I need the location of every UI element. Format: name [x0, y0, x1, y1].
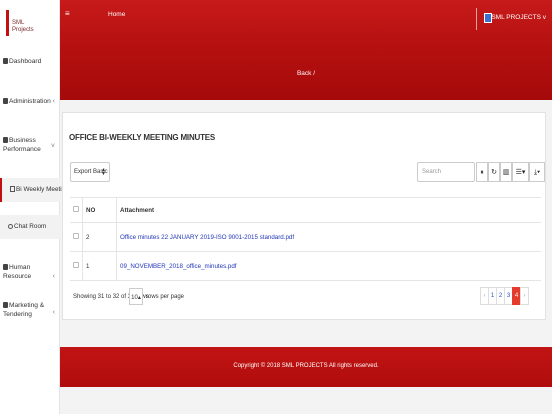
users-icon	[3, 264, 8, 270]
page-next-button[interactable]: ›	[520, 287, 529, 305]
columns-icon[interactable]: ☰▾	[512, 162, 529, 182]
row-no: 2	[82, 222, 117, 252]
rows-per-page-label: rows per page	[146, 294, 185, 300]
copyright-text: Copyright © 2018 SML PROJECTS All rights…	[233, 363, 379, 369]
attachment-link[interactable]: Office minutes 22 JANUARY 2019-ISO 9001-…	[120, 234, 294, 241]
sidebar-subitem-chat-room[interactable]: Chat Room	[0, 215, 60, 239]
toggle-view-icon[interactable]: ▥	[500, 162, 512, 182]
minutes-card: OFFICE BI-WEEKLY MEETING MINUTES Export …	[62, 112, 546, 320]
chevron-down-icon: ˅	[50, 143, 55, 150]
minutes-table: NO Attachment 2 Office minutes 22 JANUAR…	[70, 197, 541, 281]
page-banner: Back /	[60, 48, 552, 100]
logo[interactable]: SML Projects	[4, 6, 44, 42]
sidebar-subitem-bi-weekly-meetings[interactable]: Bi Weekly Meetings	[0, 178, 72, 202]
attachment-link[interactable]: 09_NOVEMBER_2018_office_minutes.pdf	[120, 263, 237, 270]
search-input[interactable]: Search	[417, 162, 475, 182]
row-checkbox[interactable]	[73, 233, 79, 239]
sidebar-item-administration[interactable]: Administration ‹	[3, 97, 59, 106]
divider	[476, 8, 477, 30]
chevron-left-icon: ‹	[52, 273, 55, 280]
select-all-checkbox[interactable]	[73, 206, 79, 212]
table-header-row: NO Attachment	[70, 197, 541, 223]
refresh-icon[interactable]: ↻	[488, 162, 500, 182]
footer: Copyright © 2018 SML PROJECTS All rights…	[60, 347, 552, 387]
table-row: 1 09_NOVEMBER_2018_office_minutes.pdf	[70, 251, 541, 281]
menu-icon[interactable]: ≡	[65, 9, 70, 18]
logo-text-line1: SML	[12, 20, 25, 26]
home-link[interactable]: Home	[108, 11, 125, 18]
row-no: 1	[82, 251, 117, 281]
document-icon	[10, 186, 15, 192]
row-checkbox[interactable]	[73, 262, 79, 268]
pagination: ‹ 1 2 3 4 ›	[480, 287, 529, 305]
download-icon[interactable]: ⤓▾	[529, 162, 545, 182]
chat-icon	[8, 224, 13, 229]
sidebar-item-business-performance[interactable]: Business Performance ˅	[3, 136, 59, 154]
page-title: OFFICE BI-WEEKLY MEETING MINUTES	[69, 133, 216, 142]
logo-mark	[6, 10, 9, 36]
export-select[interactable]: Export Basic ▲ ▼	[70, 162, 110, 182]
chevron-left-icon: ‹	[52, 98, 55, 105]
column-header-no[interactable]: NO	[82, 197, 117, 223]
breadcrumb-back[interactable]: Back /	[60, 70, 552, 77]
sidebar-item-dashboard[interactable]: Dashboard	[3, 57, 59, 66]
rows-per-page-select[interactable]: 10▴	[129, 288, 143, 305]
user-menu[interactable]: SML PROJECTS v	[491, 14, 546, 21]
bar-chart-icon	[3, 137, 8, 143]
sidebar-item-human-resource[interactable]: Human Resource ‹	[3, 263, 59, 281]
file-icon	[3, 302, 8, 308]
column-header-attachment[interactable]: Attachment	[116, 197, 541, 223]
pause-icon[interactable]: ⏸	[476, 162, 488, 182]
table-row: 2 Office minutes 22 JANUARY 2019-ISO 900…	[70, 222, 541, 252]
chevron-left-icon: ‹	[52, 309, 55, 316]
select-arrows-icon: ▲ ▼	[101, 167, 106, 177]
home-icon	[3, 58, 8, 64]
top-navbar: ≡ Home SML PROJECTS v	[60, 0, 552, 48]
sidebar-item-marketing-tendering[interactable]: Marketing & Tendering ‹	[3, 301, 59, 319]
logo-text-line2: Projects	[12, 27, 34, 33]
sidebar: SML Projects Dashboard Administration ‹ …	[0, 0, 72, 414]
briefcase-icon	[3, 98, 8, 104]
